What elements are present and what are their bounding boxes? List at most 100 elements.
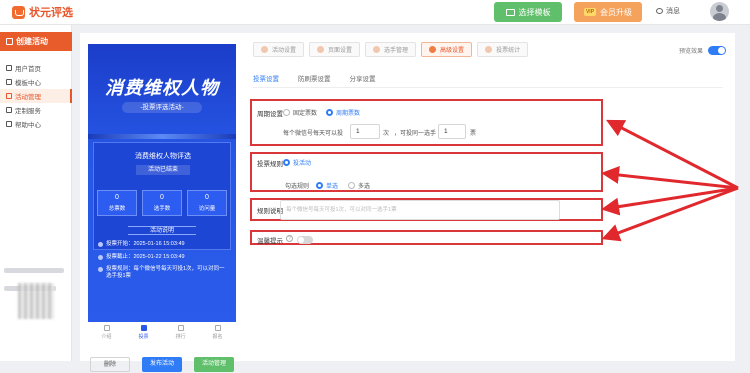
step-icon (373, 46, 381, 53)
sidebar-item-label: 活动管理 (15, 94, 41, 101)
radio-vote-activity[interactable]: 投活动 (283, 158, 311, 167)
stat-players: 0 选手数 (142, 190, 182, 216)
radio-cycle-votes[interactable]: 周期票数 (326, 108, 360, 117)
radio-multi-select[interactable]: 多选 (348, 181, 370, 190)
radio-icon (283, 159, 290, 166)
stat-label: 总票数 (108, 206, 126, 212)
poster-title: 消费维权人物 (105, 78, 219, 99)
stat-label: 选手数 (153, 206, 171, 212)
step-page-settings[interactable]: 页面设置 (309, 42, 361, 57)
select-rule-label: 勾选规则 (285, 184, 310, 190)
sidebar-item-home[interactable]: 用户首页 (0, 61, 72, 75)
sidebar-item-label: 定制服务 (15, 108, 41, 115)
messages-label: 消息 (666, 8, 680, 15)
preview-switch[interactable] (708, 46, 727, 55)
daily-limit-unit: 次 (383, 131, 390, 137)
create-activity-button[interactable]: 创建活动 (0, 32, 72, 51)
arrow-to-cycle (606, 119, 739, 190)
phone-tab-bar: 介绍 投票 排行 报名 (88, 325, 236, 343)
poster-band (88, 134, 236, 139)
step-label: 页面设置 (328, 48, 353, 54)
choose-template-label: 选择模板 (518, 7, 551, 17)
stat-visits: 0 访问量 (187, 190, 227, 216)
highlight-box-cycle (250, 99, 603, 146)
step-activity-settings[interactable]: 活动设置 (253, 42, 305, 57)
message-icon (656, 8, 663, 14)
step-player-management[interactable]: 选手管理 (365, 42, 417, 57)
tab-label: 投票 (138, 334, 149, 340)
template-icon (505, 8, 515, 16)
sidebar-item-help[interactable]: 帮助中心 (0, 117, 72, 131)
per-player-input[interactable]: 1 (438, 124, 466, 139)
step-vote-statistics[interactable]: 投票统计 (477, 42, 529, 57)
messages-link[interactable]: 消息 (656, 6, 680, 16)
stat-value: 0 (205, 194, 209, 201)
divider (253, 87, 723, 88)
brand-name: 状元评选 (29, 7, 73, 19)
delete-button[interactable]: 删除 (90, 357, 130, 372)
tab-vote-settings[interactable]: 投票设置 (253, 73, 279, 88)
arrow-to-warm-tip (601, 186, 739, 242)
step-icon (429, 46, 437, 53)
warm-tip-switch[interactable] (297, 236, 313, 244)
sidebar-item-activity-management[interactable]: 活动管理 (0, 89, 72, 103)
per-player-unit: 票 (470, 131, 477, 137)
stat-value: 0 (160, 194, 164, 201)
phone-tab-intro[interactable]: 介绍 (92, 325, 122, 343)
ranking-icon (177, 325, 184, 331)
radio-single-select[interactable]: 单选 (316, 181, 338, 190)
edit-icon (6, 38, 13, 45)
radio-label: 周期票数 (336, 111, 361, 117)
tab-label: 排行 (175, 334, 186, 340)
rule-end: 投票截止：2025-01-22 15:03:49 (98, 254, 230, 261)
bullet-icon (98, 267, 103, 272)
stat-total-votes: 0 总票数 (97, 190, 137, 216)
step-icon (317, 46, 325, 53)
sidebar: 创建活动 用户首页 模板中心 活动管理 定制服务 帮助中心 (0, 25, 72, 361)
activity-management-button[interactable]: 活动管理 (194, 357, 234, 372)
step-advanced-settings[interactable]: 高级设置 (421, 42, 473, 57)
daily-limit-prefix: 每个微信号每天可以投 (283, 131, 344, 137)
rule-description-textarea[interactable]: 每个微信号每天可投1次，可以对同一选手1票 (280, 200, 560, 220)
tab-anti-fraud-settings[interactable]: 防刷票设置 (298, 73, 331, 88)
radio-fixed-votes[interactable]: 固定票数 (283, 108, 317, 117)
radio-label: 单选 (326, 184, 339, 190)
phone-tab-signup[interactable]: 报名 (203, 325, 233, 343)
vip-upgrade-button[interactable]: VIP 会员升级 (574, 2, 642, 22)
rule-text: 投票开始：2025-01-16 15:03:49 (106, 241, 185, 247)
activity-poster: 消费维权人物 -投票评选活动- 消费维权人物评选 活动已结束 0 总票数 0 选手数… (88, 44, 236, 322)
intro-icon (103, 325, 110, 331)
service-icon (6, 107, 12, 113)
phone-tab-vote[interactable]: 投票 (129, 325, 159, 343)
qr-code (18, 283, 54, 319)
help-icon[interactable]: ? (286, 235, 293, 242)
vip-badge: VIP (583, 8, 597, 16)
phone-tab-ranking[interactable]: 排行 (166, 325, 196, 343)
top-bar: 状元评选 选择模板 VIP 会员升级 消息 (0, 0, 750, 25)
step-tabs: 活动设置 页面设置 选手管理 高级设置 投票统计 (253, 42, 529, 57)
phone-actions: 删除 发布活动 活动管理 (88, 357, 238, 372)
sidebar-item-templates[interactable]: 模板中心 (0, 75, 72, 89)
tab-share-settings[interactable]: 分享设置 (350, 73, 376, 88)
vip-upgrade-label: 会员升级 (600, 7, 633, 17)
step-label: 活动设置 (272, 48, 297, 54)
sidebar-item-custom-service[interactable]: 定制服务 (0, 103, 72, 117)
brand-logo[interactable]: 状元评选 (12, 4, 73, 20)
sub-tabs: 投票设置 防刷票设置 分享设置 (253, 73, 376, 88)
create-activity-label: 创建活动 (16, 37, 48, 46)
radio-label: 投活动 (293, 161, 312, 167)
annotation-arrows (601, 119, 739, 242)
step-label: 选手管理 (384, 48, 409, 54)
template-icon (6, 79, 12, 85)
choose-template-button[interactable]: 选择模板 (494, 2, 562, 22)
sidebar-item-label: 模板中心 (15, 80, 41, 87)
user-avatar[interactable] (710, 2, 729, 21)
blurred-text (4, 268, 64, 273)
publish-activity-button[interactable]: 发布活动 (142, 357, 182, 372)
radio-label: 固定票数 (293, 111, 318, 117)
daily-limit-input[interactable]: 1 (350, 124, 380, 139)
rule-text: 投票规则：每个微信号每天可投1次，可以对同一选手投1票 (106, 266, 225, 279)
preview-effect-toggle[interactable]: 预览效果 (679, 46, 727, 55)
radio-label: 多选 (358, 184, 371, 190)
radio-icon (283, 109, 290, 116)
